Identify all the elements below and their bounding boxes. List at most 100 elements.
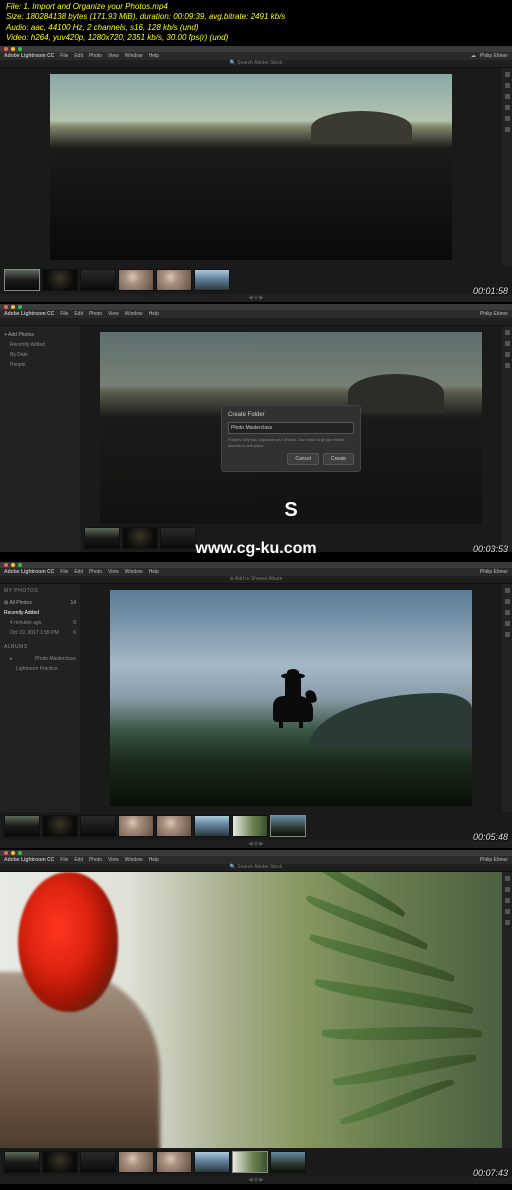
dialog-title: Create Folder — [228, 412, 354, 418]
thumbnail[interactable] — [156, 269, 192, 291]
left-sidebar: + Add Photos Recently Added By Date Peop… — [0, 326, 80, 552]
create-button[interactable]: Create — [323, 453, 354, 465]
panel-1: Adobe Lightroom CC File Edit Photo View … — [0, 46, 512, 304]
photo-viewer[interactable] — [0, 872, 502, 1148]
thumbnail[interactable] — [80, 815, 116, 837]
heal-icon[interactable] — [505, 94, 510, 99]
thumbnail[interactable] — [194, 269, 230, 291]
thumbnail[interactable] — [156, 815, 192, 837]
panel-3: Adobe Lightroom CC File Edit Photo View … — [0, 562, 512, 850]
sidebar-all-photos[interactable]: ⊞ All Photos14 — [4, 598, 76, 608]
my-photos-heading: MY PHOTOS — [4, 588, 76, 594]
add-photos-button[interactable]: + Add Photos — [4, 330, 76, 340]
sidebar-recent-time[interactable]: 4 minutes ago8 — [4, 618, 76, 628]
crop-icon[interactable] — [505, 83, 510, 88]
timecode: 00:03:53 — [473, 544, 508, 554]
menu-photo[interactable]: Photo — [89, 53, 102, 59]
panel-4: Adobe Lightroom CC File Edit Photo View … — [0, 850, 512, 1186]
traffic-lights[interactable] — [4, 47, 22, 51]
thumbnail[interactable] — [194, 1151, 230, 1173]
thumbnail[interactable] — [156, 1151, 192, 1173]
brush-icon[interactable] — [505, 105, 510, 110]
albums-heading: ALBUMS — [4, 644, 76, 650]
sidebar-bydate[interactable]: By Date — [4, 350, 76, 360]
thumbnail[interactable] — [84, 527, 120, 549]
close-icon[interactable] — [4, 47, 8, 51]
status-bar: ◀ ⊞ ▶ — [0, 294, 512, 302]
thumbnail[interactable] — [80, 1151, 116, 1173]
thumbnail[interactable] — [42, 269, 78, 291]
photo-ear-leaves-closeup — [0, 872, 502, 1148]
timecode: 00:01:58 — [473, 286, 508, 296]
filmstrip[interactable] — [0, 812, 512, 840]
sidebar-recent[interactable]: Recently Added — [4, 608, 76, 618]
keystroke-overlay: S — [284, 499, 297, 522]
album-item[interactable]: Lightroom Practice — [4, 664, 76, 674]
meta-video: Video: h264, yuv420p, 1280x720, 2351 kb/… — [6, 33, 506, 43]
search-input[interactable]: 🔍 Search Adobe Stock — [230, 60, 283, 66]
right-toolbar — [502, 68, 512, 266]
menubar: Adobe Lightroom CC File Edit Photo View … — [0, 310, 512, 318]
photo-landscape-dusk — [50, 74, 452, 260]
photo-viewer[interactable] — [0, 68, 502, 266]
sidebar-date-item[interactable]: Oct 19, 2017 1:55 PM6 — [4, 628, 76, 638]
album-item[interactable]: ▸ Photo Masterclass — [4, 654, 76, 664]
thumbnail[interactable] — [194, 815, 230, 837]
right-toolbar — [502, 326, 512, 552]
top-toolbar: 🔍 Search Adobe Stock — [0, 60, 512, 68]
minimize-icon[interactable] — [11, 47, 15, 51]
user-name[interactable]: Philip Ebiner — [480, 53, 508, 59]
thumbnail[interactable] — [232, 1151, 268, 1173]
cloud-icon[interactable]: ☁ — [471, 53, 476, 59]
main-view: Create Folder Folders help you organize … — [80, 326, 502, 552]
video-metadata: File: 1. Import and Organize your Photos… — [0, 0, 512, 46]
left-sidebar: MY PHOTOS ⊞ All Photos14 Recently Added … — [0, 584, 80, 812]
thumbnail[interactable] — [42, 815, 78, 837]
thumbnail[interactable] — [4, 815, 40, 837]
thumbnail[interactable] — [270, 1151, 306, 1173]
sidebar-recent[interactable]: Recently Added — [4, 340, 76, 350]
filmstrip[interactable] — [0, 1148, 512, 1176]
radial-icon[interactable] — [505, 127, 510, 132]
gradient-icon[interactable] — [505, 116, 510, 121]
photo-cowboy-horseback — [110, 590, 472, 806]
main-view — [0, 872, 502, 1148]
thumbnail[interactable] — [232, 815, 268, 837]
app-name: Adobe Lightroom CC — [4, 53, 54, 59]
cancel-button[interactable]: Cancel — [287, 453, 319, 465]
menu-edit[interactable]: Edit — [74, 53, 83, 59]
menu-help[interactable]: Help — [149, 53, 159, 59]
thumbnail[interactable] — [118, 815, 154, 837]
workspace: + Add Photos Recently Added By Date Peop… — [0, 326, 512, 552]
add-to-album[interactable]: ⊕ Add to Shared Album — [230, 576, 283, 582]
thumbnail[interactable] — [160, 527, 196, 549]
workspace — [0, 68, 512, 266]
top-toolbar: ⊕ Add to Shared Album — [0, 576, 512, 584]
meta-file: File: 1. Import and Organize your Photos… — [6, 2, 506, 12]
thumbnail[interactable] — [270, 815, 306, 837]
thumbnail[interactable] — [122, 527, 158, 549]
timecode: 00:05:48 — [473, 832, 508, 842]
sidebar-people[interactable]: People — [4, 360, 76, 370]
right-toolbar — [502, 584, 512, 812]
meta-audio: Audio: aac, 44100 Hz, 2 channels, s16, 1… — [6, 23, 506, 33]
thumbnail[interactable] — [4, 269, 40, 291]
menubar: Adobe Lightroom CC File Edit Photo View … — [0, 52, 512, 60]
edit-icon[interactable] — [505, 72, 510, 77]
zoom-icon[interactable] — [18, 47, 22, 51]
thumbnail[interactable] — [42, 1151, 78, 1173]
meta-size: Size: 180284138 bytes (171.93 MiB), dura… — [6, 12, 506, 22]
menu-window[interactable]: Window — [125, 53, 143, 59]
thumbnail[interactable] — [118, 269, 154, 291]
menu-file[interactable]: File — [60, 53, 68, 59]
folder-name-input[interactable] — [228, 422, 354, 434]
thumbnail[interactable] — [4, 1151, 40, 1173]
thumbnail[interactable] — [118, 1151, 154, 1173]
filmstrip[interactable] — [0, 266, 512, 294]
menu-view[interactable]: View — [108, 53, 119, 59]
right-toolbar — [502, 872, 512, 1148]
thumbnail[interactable] — [80, 269, 116, 291]
search-input[interactable]: 🔍 Search Adobe Stock — [230, 864, 283, 870]
main-view — [80, 584, 502, 812]
photo-viewer[interactable] — [80, 584, 502, 812]
